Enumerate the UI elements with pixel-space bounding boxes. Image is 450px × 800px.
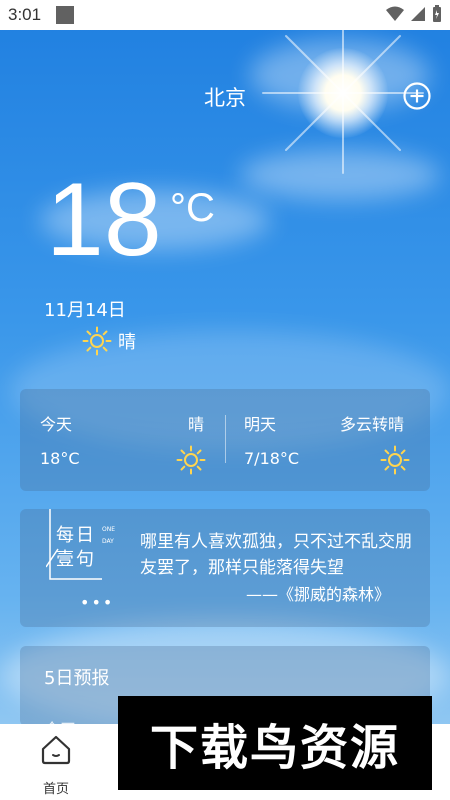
notification-icon: [56, 6, 74, 24]
quote-logo-line2: 壹句: [56, 549, 96, 570]
quote-more-icon[interactable]: •••: [80, 593, 114, 612]
forecast-card[interactable]: 今天 晴 18°C 明天 多云转晴 7/18°C: [20, 389, 430, 491]
forecast-divider: [225, 415, 226, 463]
quote-logo-small1: ONE: [102, 526, 116, 533]
temperature-unit: °C: [170, 186, 215, 230]
five-day-title: 5日预报: [44, 668, 110, 689]
tomorrow-label: 明天: [244, 415, 277, 434]
status-icons: [386, 5, 442, 23]
current-condition: 晴: [118, 332, 136, 353]
tomorrow-condition: 多云转晴: [340, 415, 405, 434]
current-temperature: 18: [46, 162, 162, 278]
current-date: 11月14日: [44, 300, 126, 321]
home-icon: [41, 735, 71, 765]
battery-icon: [433, 5, 441, 22]
daily-quote-card[interactable]: 每日 壹句 ONE DAY ••• 哪里有人喜欢孤独，只不过不乱交朋友罢了，那样…: [20, 509, 430, 627]
sun-icon: [380, 445, 410, 475]
today-label: 今天: [40, 415, 73, 434]
tomorrow-temp: 7/18°C: [244, 449, 300, 468]
quote-source: ——《挪威的森林》: [245, 585, 390, 604]
watermark-text: 下载鸟资源: [149, 720, 400, 776]
quote-text: 哪里有人喜欢孤独，只不过不乱交朋友罢了，那样只能落得失望: [140, 532, 412, 578]
sun-icon: [176, 445, 206, 475]
daily-quote-logo: 每日 壹句 ONE DAY: [46, 509, 134, 589]
wifi-icon: [386, 6, 404, 21]
city-name[interactable]: 北京: [0, 82, 450, 112]
quote-logo-line1: 每日: [56, 525, 96, 546]
today-temp: 18°C: [40, 449, 80, 468]
nav-home[interactable]: 首页: [0, 724, 112, 800]
quote-logo-small2: DAY: [102, 538, 114, 545]
today-condition: 晴: [188, 415, 205, 434]
add-city-icon[interactable]: [403, 82, 431, 110]
status-time: 3:01: [8, 5, 42, 24]
sun-icon: [82, 326, 112, 356]
signal-icon: [411, 7, 425, 21]
watermark-overlay: 下载鸟资源: [118, 696, 432, 790]
status-bar: 3:01: [0, 0, 450, 30]
nav-home-label: 首页: [42, 782, 69, 797]
